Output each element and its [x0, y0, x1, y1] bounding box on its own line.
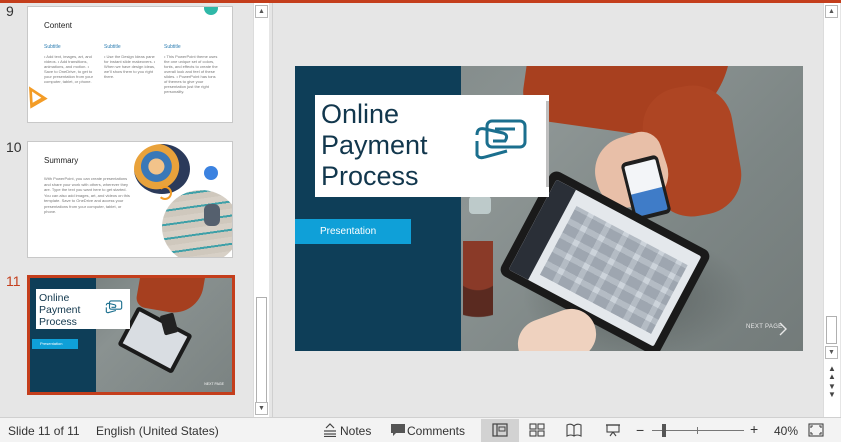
- slideshow-icon[interactable]: [605, 423, 621, 437]
- scroll-down-arrow-icon[interactable]: ▼: [255, 402, 268, 415]
- glass-shape: [469, 196, 491, 214]
- scroll-up-arrow-icon[interactable]: ▲: [825, 5, 838, 18]
- column-text: • Add text, images, art, and videos. • A…: [44, 54, 93, 84]
- column-subtitle: Subtitle: [164, 44, 181, 50]
- credit-card-hand-icon: [475, 119, 527, 160]
- mini-presentation-button: Presentation: [32, 339, 78, 349]
- slide-title[interactable]: Online Payment Process: [321, 99, 428, 192]
- comments-icon[interactable]: [390, 423, 406, 437]
- next-slide-icon[interactable]: ▼ ▼: [825, 383, 839, 399]
- status-bar: Slide 11 of 11 English (United States) N…: [0, 417, 841, 442]
- notes-icon[interactable]: [322, 423, 338, 437]
- thumbnail-column: Subtitle • This PowerPoint theme uses th…: [164, 44, 218, 95]
- slide-thumbnail-10[interactable]: Summary With PowerPoint, you can create …: [27, 141, 233, 258]
- reading-view-icon[interactable]: [566, 423, 582, 437]
- title-textbox[interactable]: Online Payment Process: [315, 95, 549, 197]
- comments-button[interactable]: Comments: [407, 424, 465, 438]
- scrollbar-thumb[interactable]: [256, 297, 267, 405]
- plant-shape: [463, 241, 493, 351]
- thumbnail-title: Summary: [44, 156, 79, 165]
- column-subtitle: Subtitle: [104, 44, 121, 50]
- thumbnail-body: With PowerPoint, you can create presenta…: [44, 176, 130, 214]
- mini-title-panel: Online Payment Process: [36, 289, 130, 329]
- mini-next-page: NEXT PAGE: [204, 382, 224, 386]
- slide-thumbnail-9[interactable]: Content Subtitle • Add text, images, art…: [27, 6, 233, 123]
- column-text: • Use the Design Ideas pane for instant …: [104, 54, 156, 79]
- thumbnail-scrollbar[interactable]: ▲ ▼: [253, 3, 269, 417]
- previous-slide-icon[interactable]: ▲ ▲: [825, 365, 839, 381]
- slide-scrollbar[interactable]: ▲ ▼ ▲ ▲ ▼ ▼: [823, 3, 840, 417]
- zoom-level[interactable]: 40%: [774, 424, 798, 438]
- slide-thumbnail-pane[interactable]: 9 Content Subtitle • Add text, images, a…: [0, 3, 252, 417]
- stairs-photo-circle: [162, 190, 232, 257]
- normal-view-icon[interactable]: [492, 423, 508, 437]
- thumbnail-title: Content: [44, 21, 73, 30]
- credit-card-hand-icon: [105, 300, 123, 314]
- decorative-circle: [204, 7, 218, 15]
- fit-to-window-icon[interactable]: [808, 423, 824, 437]
- decorative-ring: [158, 186, 172, 200]
- thumbnail-number-active: 11: [6, 273, 21, 289]
- thumbnail-number: 10: [6, 139, 22, 155]
- child-figure: [204, 204, 220, 226]
- zoom-slider-thumb[interactable]: [662, 424, 666, 437]
- notes-button[interactable]: Notes: [340, 424, 371, 438]
- current-slide[interactable]: Online Payment Process Presentation NEXT…: [295, 66, 803, 351]
- language-indicator[interactable]: English (United States): [96, 424, 219, 438]
- slide-sorter-icon[interactable]: [529, 423, 545, 437]
- thumbnail-column: Subtitle • Use the Design Ideas pane for…: [104, 44, 158, 80]
- column-subtitle: Subtitle: [44, 44, 61, 50]
- presentation-label-box[interactable]: Presentation: [295, 219, 411, 244]
- slide-thumbnail-11[interactable]: Online Payment Process Presentation NEXT…: [27, 275, 235, 395]
- thumbnail-column: Subtitle • Add text, images, art, and vi…: [44, 44, 98, 85]
- mini-title: Online Payment Process: [39, 292, 81, 328]
- zoom-center-mark: [697, 427, 698, 434]
- chevron-right-icon[interactable]: [778, 322, 788, 336]
- thumbnail-number: 9: [6, 3, 14, 19]
- column-text: • This PowerPoint theme uses the one uni…: [164, 54, 218, 94]
- decorative-triangle: [28, 81, 48, 109]
- scroll-up-arrow-icon[interactable]: ▲: [255, 5, 268, 18]
- zoom-out-button[interactable]: −: [636, 422, 644, 438]
- scrollbar-thumb[interactable]: [826, 316, 837, 344]
- slide-counter[interactable]: Slide 11 of 11: [8, 424, 80, 438]
- zoom-in-button[interactable]: +: [750, 421, 758, 437]
- scroll-down-arrow-icon[interactable]: ▼: [825, 346, 838, 359]
- decorative-dot: [204, 166, 218, 180]
- textbox-scroll-indicator: [546, 101, 549, 187]
